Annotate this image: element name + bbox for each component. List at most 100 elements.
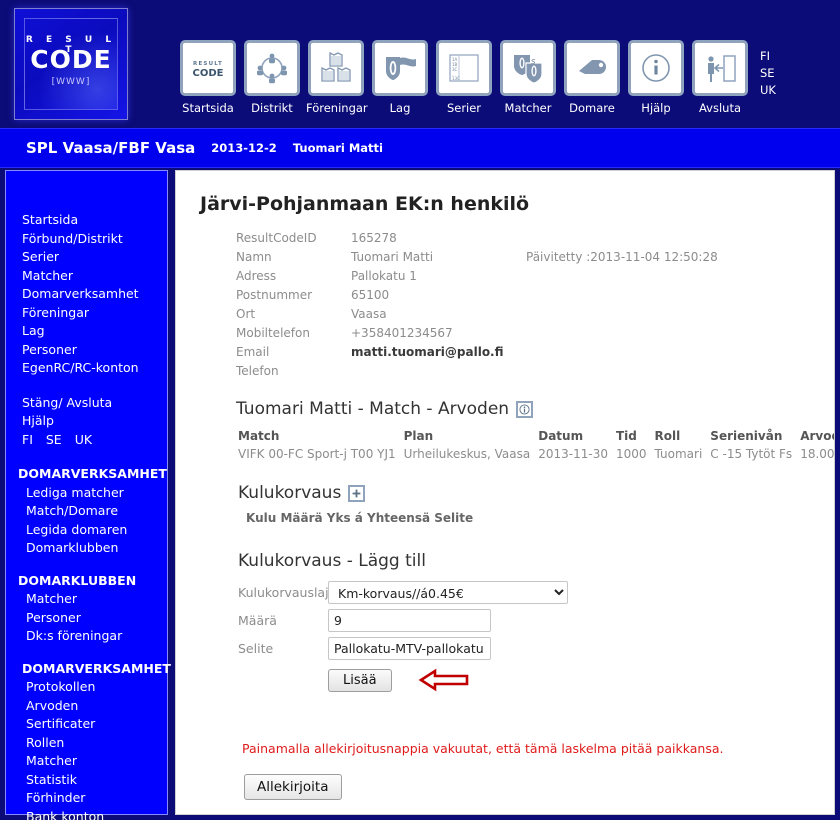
expense-type-select[interactable]: Km-korvaus//á0.45€ — [328, 581, 568, 604]
add-expense-button[interactable]: Lisää — [328, 668, 392, 692]
form-row-expense-type: Kulukorvauslaji Km-korvaus//á0.45€ — [238, 581, 834, 604]
person-value: Tuomari Matti — [351, 250, 434, 264]
logo-code-text: CODE — [30, 45, 112, 74]
person-value: 165278 — [351, 231, 397, 245]
sidebar-item-lag[interactable]: Lag — [6, 322, 167, 341]
cell-plan: Urheilukeskus, Vaasa — [403, 447, 531, 461]
jerseys-group-glyph — [321, 51, 351, 82]
toolbar-label: Domare — [569, 101, 615, 115]
sidebar-item-statistik[interactable]: Statistik — [6, 771, 167, 790]
toolbar-item-hjalp[interactable]: Hjälp — [626, 40, 686, 115]
column-match: Match — [238, 429, 280, 443]
form-row-description: Selite — [238, 637, 834, 660]
person-value: +358401234567 — [351, 326, 453, 340]
shield-flag-icon[interactable] — [372, 40, 428, 96]
sidebar-item-bank-konton[interactable]: Bank konton — [6, 808, 167, 820]
match-section-title-row: Tuomari Matti - Match - Arvoden — [236, 399, 834, 419]
app-window: R E S U L T CODE [WWW] RESULT CODE Start… — [0, 0, 840, 820]
sidebar-divider — [6, 378, 167, 394]
sidebar-item-sertificater[interactable]: Sertificater — [6, 715, 167, 734]
left-sidebar: Startsida Förbund/Distrikt Serier Matche… — [5, 170, 171, 820]
sidebar-item-personer[interactable]: Personer — [6, 341, 167, 360]
person-row: Namn Tuomari Matti Päivitetty :2013-11-0… — [236, 248, 834, 267]
two-shields-vs-icon[interactable]: S — [500, 40, 556, 96]
network-people-icon[interactable] — [244, 40, 300, 96]
context-header-bar: SPL Vaasa/FBF Vasa 2013-12-2 Tuomari Mat… — [0, 128, 840, 168]
table-row[interactable]: VIFK 00-FC Sport-j T00 YJ1 Urheilukeskus… — [238, 445, 834, 463]
sidebar-item-lediga-matcher[interactable]: Lediga matcher — [6, 484, 167, 503]
current-date: 2013-12-2 — [211, 141, 277, 155]
toolbar-item-startsida[interactable]: RESULT CODE Startsida — [178, 40, 238, 115]
plus-icon[interactable] — [348, 484, 366, 502]
toolbar-item-serier[interactable]: 1A 1B 3C . 13C Serier — [434, 40, 494, 115]
sidebar-item-forbund-distrikt[interactable]: Förbund/Distrikt — [6, 230, 167, 249]
sidebar-item-hjalp[interactable]: Hjälp — [6, 412, 167, 431]
toolbar-item-domare[interactable]: Domare — [562, 40, 622, 115]
main-content-panel: Järvi-Pohjanmaan EK:n henkilö ResultCode… — [175, 170, 835, 815]
column-datum: Datum — [538, 429, 584, 443]
sidebar-language-se[interactable]: SE — [46, 432, 62, 447]
language-fi[interactable]: FI — [760, 48, 776, 65]
sidebar-item-match-domare[interactable]: Match/Domare — [6, 502, 167, 521]
toolbar-item-lag[interactable]: Lag — [370, 40, 430, 115]
info-circle-icon[interactable] — [516, 400, 534, 418]
sidebar-item-forhinder[interactable]: Förhinder — [6, 789, 167, 808]
whistle-icon[interactable] — [564, 40, 620, 96]
sidebar-item-stang-avsluta[interactable]: Stäng/ Avsluta — [6, 394, 167, 413]
sidebar-item-matcher[interactable]: Matcher — [6, 267, 167, 286]
sidebar-item-domarverksamhet[interactable]: Domarverksamhet — [6, 285, 167, 304]
sidebar-item-protokollen[interactable]: Protokollen — [6, 678, 167, 697]
top-banner: R E S U L T CODE [WWW] RESULT CODE Start… — [0, 0, 840, 128]
sidebar-item-dk-personer[interactable]: Personer — [6, 609, 167, 628]
sidebar-language-uk[interactable]: UK — [75, 432, 92, 447]
add-expense-form: Kulukorvauslaji Km-korvaus//á0.45€ Määrä… — [238, 581, 834, 693]
plus-glyph — [352, 489, 361, 497]
toolbar-label: Distrikt — [251, 101, 293, 115]
amount-input[interactable] — [328, 609, 491, 632]
sidebar-item-dk-matcher[interactable]: Matcher — [6, 590, 167, 609]
svg-text:S: S — [531, 58, 536, 66]
person-label: Email — [236, 345, 270, 359]
toolbar-label: Avsluta — [698, 101, 742, 115]
cell-datum: 2013-11-30 — [538, 447, 608, 461]
toolbar-item-foreningar[interactable]: Föreningar — [306, 40, 368, 115]
person-label: Mobiltelefon — [236, 326, 310, 340]
logo-inner-frame: R E S U L T CODE [WWW] — [24, 18, 118, 110]
sidebar-item-dk-foreningar[interactable]: Dk:s föreningar — [6, 627, 167, 646]
person-value: Pallokatu 1 — [351, 269, 417, 283]
sidebar-item-egenrc[interactable]: EgenRC/RC-konton — [6, 359, 167, 378]
toolbar-item-avsluta[interactable]: Avsluta — [690, 40, 750, 115]
sign-button[interactable]: Allekirjoita — [244, 774, 342, 800]
sidebar-divider — [6, 449, 167, 465]
person-row: Ort Vaasa — [236, 305, 834, 324]
resultcode-logo-icon[interactable]: RESULT CODE — [180, 40, 236, 96]
sign-action-area: Allekirjoita — [244, 774, 834, 800]
signature-warning-text: Painamalla allekirjoitusnappia vakuutat,… — [242, 741, 724, 756]
sidebar-item-startsida[interactable]: Startsida — [6, 211, 167, 230]
toolbar-item-distrikt[interactable]: Distrikt — [242, 40, 302, 115]
resultcode-logo[interactable]: R E S U L T CODE [WWW] — [14, 8, 128, 120]
jerseys-group-icon[interactable] — [308, 40, 364, 96]
sidebar-item-serier[interactable]: Serier — [6, 248, 167, 267]
info-circle-icon[interactable] — [628, 40, 684, 96]
expense-section-title: Kulukorvaus — [238, 483, 342, 503]
sidebar-item-dv-matcher[interactable]: Matcher — [6, 752, 167, 771]
standings-table-icon[interactable]: 1A 1B 3C . 13C — [436, 40, 492, 96]
sidebar-item-foreningar[interactable]: Föreningar — [6, 304, 167, 323]
sidebar-item-legida-domaren[interactable]: Legida domaren — [6, 521, 167, 540]
sidebar-group-heading-domarklubben: DOMARKLUBBEN — [18, 572, 137, 588]
sidebar-item-arvoden[interactable]: Arvoden — [6, 697, 167, 716]
exit-door-icon[interactable] — [692, 40, 748, 96]
toolbar-label: Hjälp — [641, 101, 671, 115]
match-section-title: Tuomari Matti - Match - Arvoden — [236, 399, 510, 419]
column-serienivan: Serienivån — [710, 429, 783, 443]
description-input[interactable] — [328, 637, 491, 660]
language-se[interactable]: SE — [760, 65, 776, 82]
sidebar-item-rollen[interactable]: Rollen — [6, 734, 167, 753]
sidebar-item-domarklubben[interactable]: Domarklubben — [6, 539, 167, 558]
amount-label: Määrä — [238, 613, 277, 628]
sidebar-language-fi[interactable]: FI — [22, 432, 33, 447]
main-toolbar: RESULT CODE Startsida Distrikt Föreninga… — [178, 40, 776, 115]
toolbar-item-matcher[interactable]: S Matcher — [498, 40, 558, 115]
language-uk[interactable]: UK — [760, 82, 776, 99]
